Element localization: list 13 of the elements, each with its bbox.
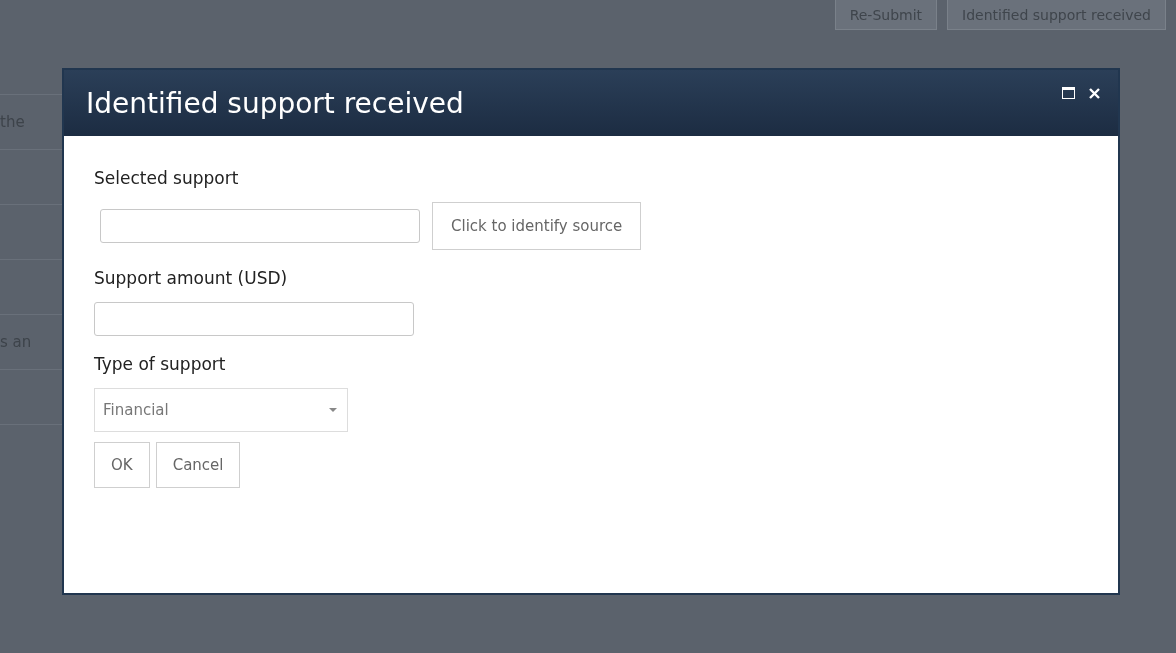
close-icon[interactable] [1089, 87, 1100, 99]
dialog-button[interactable]: Cancel [155, 442, 241, 488]
input-field[interactable] [100, 209, 420, 243]
dialog-title: Identified support received [86, 86, 464, 120]
caret-icon [329, 408, 337, 412]
field-label: Selected support [94, 168, 240, 188]
identify-source-button[interactable]: Click to identify source [432, 202, 642, 250]
dropdown[interactable]: Financial [94, 388, 348, 432]
maximize-icon[interactable] [1062, 87, 1075, 99]
field-label: Type of support [94, 354, 227, 374]
dialog-button[interactable]: OK [94, 442, 150, 488]
field-label: Support amount (USD) [94, 268, 289, 288]
input-field[interactable] [94, 302, 414, 336]
